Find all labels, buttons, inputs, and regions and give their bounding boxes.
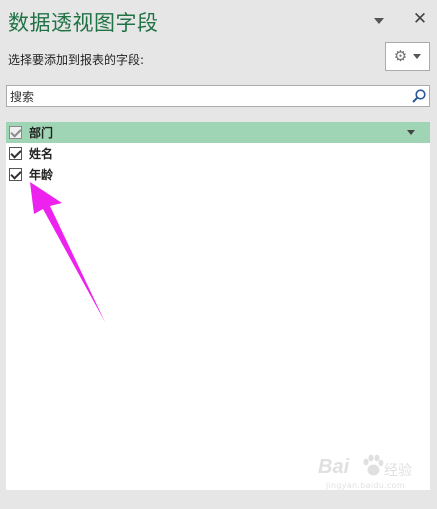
- pane-title: 数据透视图字段: [8, 11, 159, 35]
- paw-logo-icon: [363, 454, 384, 476]
- pane-options-dropdown[interactable]: [372, 14, 386, 28]
- close-button[interactable]: ✕: [412, 10, 428, 28]
- field-label: 姓名: [29, 147, 54, 161]
- field-row-age[interactable]: 年龄: [6, 164, 430, 185]
- gear-icon: ⚙: [393, 47, 408, 65]
- field-row-name[interactable]: 姓名: [6, 143, 430, 164]
- search-input[interactable]: [7, 87, 402, 107]
- field-checkbox[interactable]: [9, 168, 22, 181]
- watermark-url: jingyan.baidu.com: [326, 481, 405, 490]
- field-label: 部门: [29, 126, 54, 140]
- watermark: Bai 经验 jingyan.baidu.com: [318, 454, 413, 494]
- chevron-down-icon: [413, 54, 422, 59]
- watermark-brand: Bai: [318, 456, 350, 478]
- field-label: 年龄: [29, 168, 54, 182]
- field-list: 部门 姓名 年龄: [6, 122, 430, 490]
- search-box: [6, 85, 430, 107]
- chevron-down-icon[interactable]: [407, 130, 415, 135]
- field-row-department[interactable]: 部门: [6, 122, 430, 143]
- field-checkbox[interactable]: [9, 147, 22, 160]
- close-icon: ✕: [412, 9, 428, 29]
- watermark-brand-cn: 经验: [384, 463, 412, 479]
- tools-button[interactable]: ⚙: [385, 42, 430, 71]
- field-checkbox[interactable]: [9, 126, 22, 139]
- chevron-down-icon: [374, 18, 384, 24]
- search-icon[interactable]: [411, 88, 427, 104]
- instruction-label: 选择要添加到报表的字段:: [8, 53, 145, 67]
